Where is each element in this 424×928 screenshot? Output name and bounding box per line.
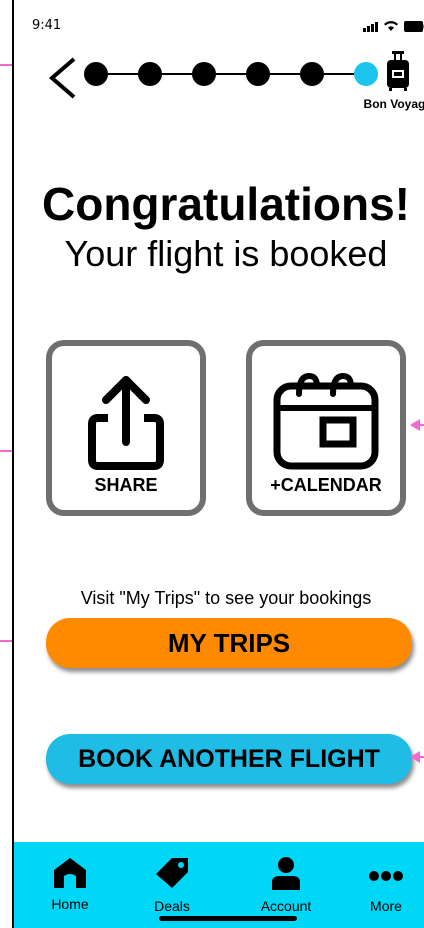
progress-line [94,73,366,75]
progress-dot [138,62,162,86]
confirmation-headline: Congratulations! Your flight is booked [14,176,424,276]
share-button[interactable]: SHARE [46,340,206,516]
tab-account-label: Account [260,898,312,914]
wifi-icon [384,21,398,31]
add-calendar-button[interactable]: +CALENDAR [246,340,406,516]
status-icons [363,20,424,32]
annotation-arrow [410,751,424,763]
calendar-icon [273,372,379,470]
page-subtitle: Your flight is booked [64,233,388,274]
back-button[interactable] [44,55,80,101]
book-another-flight-button[interactable]: BOOK ANOTHER FLIGHT [46,734,412,784]
booking-progress [84,62,384,86]
home-icon [54,858,86,888]
progress-dot [246,62,270,86]
share-label: SHARE [94,475,158,495]
phone-screen: 9:41 Bon Voyage! C [12,0,424,928]
tab-account[interactable]: Account [246,856,326,914]
page-title: Congratulations! [42,178,410,230]
more-icon [369,871,403,881]
tag-icon [156,858,188,888]
tab-deals-label: Deals [154,898,190,914]
share-icon [88,376,164,470]
tab-home[interactable]: Home [30,856,110,912]
home-indicator [159,916,297,921]
my-trips-button[interactable]: MY TRIPS [46,618,412,668]
battery-icon [404,21,424,32]
luggage-icon [387,51,409,91]
tab-home-label: Home [51,896,89,912]
progress-dot [300,62,324,86]
status-time: 9:41 [32,18,62,33]
tab-more-label: More [370,898,402,914]
signal-icon [363,22,378,32]
my-trips-hint: Visit "My Trips" to see your bookings [80,588,372,608]
annotation-arrow [410,419,424,431]
tab-bar: Home Deals Account More [14,842,424,928]
tab-deals[interactable]: Deals [132,856,212,914]
tab-more[interactable]: More [346,856,424,914]
calendar-label: +CALENDAR [270,475,382,495]
progress-dot [84,62,108,86]
progress-end-label: Bon Voyage! [363,97,424,111]
progress-dot [192,62,216,86]
progress-dot-current [354,62,378,86]
user-icon [272,857,300,890]
